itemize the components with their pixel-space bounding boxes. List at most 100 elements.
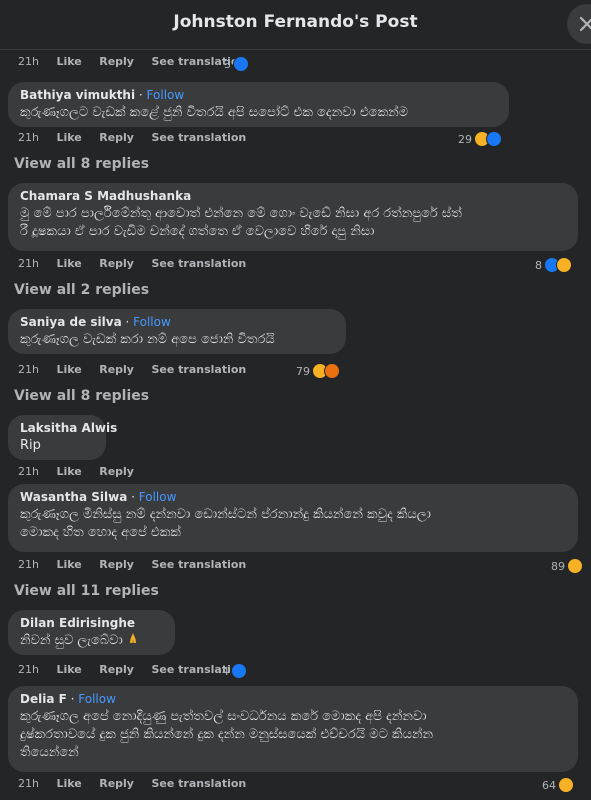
- like-button[interactable]: Like: [56, 55, 81, 68]
- like-reaction-icon: [231, 663, 247, 679]
- comment-time[interactable]: 21h: [18, 363, 39, 376]
- angry-reaction-icon: [324, 363, 340, 379]
- comment-text: කුරුණෑගලට වැඩක් කළේ ජුනි විතරයි අපි සපෝට…: [20, 104, 497, 122]
- comment-line: කුරුණෑගලට වැඩක් කළේ ජුනි විතරයි අපි සපෝට…: [20, 105, 409, 120]
- reply-button[interactable]: Reply: [99, 663, 134, 676]
- reply-button[interactable]: Reply: [99, 363, 134, 376]
- like-button[interactable]: Like: [56, 465, 81, 478]
- comment-text: කුරුණෑගල වැඩක් කරා නම් අපෙ ජොනි විතරයි: [20, 331, 334, 349]
- comment-list: 21h Like Reply See translation 3 Bathiya…: [0, 51, 591, 800]
- comment-author[interactable]: Saniya de silva: [20, 315, 122, 329]
- comment-author[interactable]: Laksitha Alwis: [20, 421, 117, 435]
- comment-line: රී දූෂකයා ඒ පාර වැඩිම චන්දේ ගත්තෙ ඒ වෙලා…: [20, 224, 375, 239]
- comment-line: දුෂ්කරතාවයේ දුක ජුනි කියන්නේ දුක දන්න මන…: [20, 727, 434, 742]
- comment-bubble: Wasantha Silwa · Follow කුරුණෑගල මිනිස්ස…: [8, 484, 578, 552]
- reply-button[interactable]: Reply: [99, 465, 134, 478]
- follow-button[interactable]: Follow: [133, 315, 171, 329]
- comment-author[interactable]: Wasantha Silwa: [20, 490, 127, 504]
- reaction-count: 3: [224, 57, 231, 71]
- comment-line: තියෙන්නේ: [20, 745, 79, 760]
- like-button[interactable]: Like: [56, 558, 81, 571]
- comment-line: කුරුණෑගල අපේ නොදියුණු පැත්තවල් සංවර්ධනය …: [20, 709, 427, 724]
- like-button[interactable]: Like: [56, 257, 81, 270]
- reply-button[interactable]: Reply: [99, 558, 134, 571]
- comment-text: නිවන් සුව ලැබේවා: [20, 632, 163, 650]
- see-translation-link[interactable]: See translation: [151, 363, 246, 376]
- view-replies-link[interactable]: View all 11 replies: [14, 583, 159, 599]
- comment-time[interactable]: 21h: [18, 465, 39, 478]
- comment-actions: 21h Like Reply See translation: [18, 558, 260, 578]
- comment-author[interactable]: Bathiya vimukthi: [20, 88, 135, 102]
- comment-bubble: Chamara S Madhushanka මු මේ පාර පාර්ලිමේ…: [8, 183, 578, 251]
- reaction-summary[interactable]: 3: [224, 55, 249, 73]
- comment-line: මොකද හිත හොද අපේ එකක්: [20, 525, 181, 540]
- like-reaction-icon: [233, 56, 249, 72]
- reaction-summary[interactable]: 64: [542, 776, 574, 794]
- reaction-count: 4: [222, 664, 229, 678]
- reply-button[interactable]: Reply: [99, 131, 134, 144]
- view-replies-link[interactable]: View all 8 replies: [14, 156, 149, 172]
- comment-bubble: Dilan Edirisinghe නිවන් සුව ලැබේවා: [8, 610, 175, 655]
- comment-author[interactable]: Delia F: [20, 692, 67, 706]
- like-button[interactable]: Like: [56, 363, 81, 376]
- haha-reaction-icon: [558, 777, 574, 793]
- comment-bubble: Delia F · Follow කුරුණෑගල අපේ නොදියුණු ප…: [8, 686, 578, 772]
- comment-time[interactable]: 21h: [18, 558, 39, 571]
- reaction-summary[interactable]: 89: [551, 557, 583, 575]
- comment-text: කුරුණෑගල අපේ නොදියුණු පැත්තවල් සංවර්ධනය …: [20, 708, 566, 762]
- reply-button[interactable]: Reply: [99, 55, 134, 68]
- follow-button[interactable]: Follow: [139, 490, 177, 504]
- comment-text: Rip: [20, 437, 94, 455]
- haha-reaction-icon: [556, 257, 572, 273]
- comment-bubble: Saniya de silva · Follow කුරුණෑගල වැඩක් …: [8, 309, 346, 354]
- comment-time[interactable]: 21h: [18, 663, 39, 676]
- page-title: Johnston Fernando's Post: [173, 12, 418, 32]
- like-button[interactable]: Like: [56, 663, 81, 676]
- reaction-summary[interactable]: 79: [296, 362, 340, 380]
- see-translation-link[interactable]: See translation: [151, 131, 246, 144]
- post-header: Johnston Fernando's Post: [0, 0, 591, 50]
- see-translation-link[interactable]: See translation: [151, 257, 246, 270]
- comment-author[interactable]: Chamara S Madhushanka: [20, 189, 191, 203]
- separator-dot: ·: [127, 490, 139, 504]
- comment-author[interactable]: Dilan Edirisinghe: [20, 616, 135, 630]
- reaction-count: 29: [458, 132, 472, 146]
- comment-text: කුරුණෑගල මිනිස්සු නම් දන්නවා ඩොන්ස්ටන් ප…: [20, 506, 566, 542]
- comment-actions: 21h Like Reply: [18, 465, 148, 485]
- comment-time[interactable]: 21h: [18, 55, 39, 68]
- comment-time[interactable]: 21h: [18, 131, 39, 144]
- follow-button[interactable]: Follow: [147, 88, 185, 102]
- comment-actions: 21h Like Reply See translation: [18, 363, 260, 383]
- reaction-count: 8: [535, 258, 542, 272]
- separator-dot: ·: [66, 692, 79, 706]
- comment-text: මු මේ පාර පාර්ලිමේන්තු ආවොත් එන්නෙ මේ ගො…: [20, 205, 566, 241]
- comment-bubble: Laksitha Alwis Rip: [8, 415, 117, 460]
- see-translation-link[interactable]: See translation: [151, 558, 246, 571]
- separator-dot: ·: [135, 88, 147, 102]
- reaction-count: 79: [296, 364, 310, 378]
- comment-line: කුරුණෑගල මිනිස්සු නම් දන්නවා ඩොන්ස්ටන් ප…: [20, 507, 431, 522]
- comment-time[interactable]: 21h: [18, 257, 39, 270]
- reaction-summary[interactable]: 29: [458, 130, 502, 148]
- comment-actions: 21h Like Reply See translation: [18, 777, 260, 797]
- follow-button[interactable]: Follow: [78, 692, 116, 706]
- like-button[interactable]: Like: [56, 777, 81, 790]
- separator-dot: ·: [121, 315, 134, 329]
- like-button[interactable]: Like: [56, 131, 81, 144]
- comment-time[interactable]: 21h: [18, 777, 39, 790]
- reply-button[interactable]: Reply: [99, 777, 134, 790]
- reply-button[interactable]: Reply: [99, 257, 134, 270]
- comment-actions: 21h Like Reply See translation: [18, 257, 260, 277]
- reaction-summary[interactable]: 8: [535, 256, 572, 274]
- reaction-summary[interactable]: 4: [222, 662, 247, 680]
- see-translation-link[interactable]: See translation: [151, 777, 246, 790]
- comment-actions: 21h Like Reply See translation: [18, 131, 260, 151]
- close-button[interactable]: [567, 4, 591, 44]
- comment-line: කුරුණෑගල වැඩක් කරා නම් අපෙ ජොනි විතරයි: [20, 332, 275, 347]
- haha-reaction-icon: [567, 558, 583, 574]
- view-replies-link[interactable]: View all 2 replies: [14, 282, 149, 298]
- reaction-count: 64: [542, 778, 556, 792]
- view-replies-link[interactable]: View all 8 replies: [14, 388, 149, 404]
- comment-line: නිවන් සුව ලැබේවා: [20, 633, 123, 648]
- comment-line: මු මේ පාර පාර්ලිමේන්තු ආවොත් එන්නෙ මේ ගො…: [20, 206, 462, 221]
